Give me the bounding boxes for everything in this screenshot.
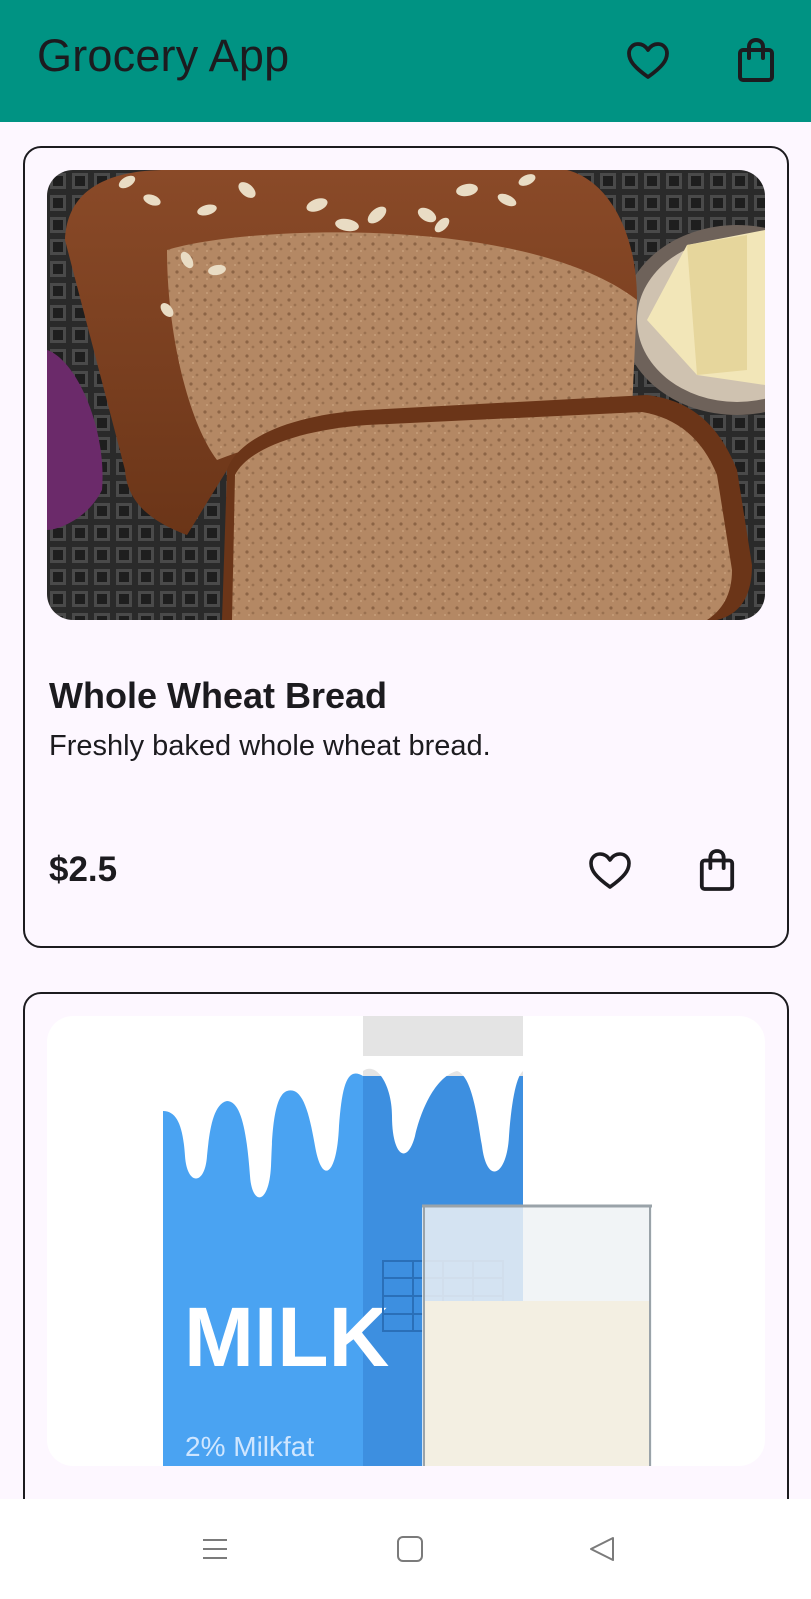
- product-card[interactable]: MILK 2% Milkfat: [23, 992, 789, 1499]
- recent-apps-button[interactable]: [193, 1527, 237, 1571]
- favorites-button[interactable]: [622, 34, 674, 86]
- system-nav-bar: [0, 1499, 811, 1599]
- shopping-bag-icon: [738, 37, 774, 82]
- cart-button[interactable]: [730, 34, 782, 86]
- app-title: Grocery App: [37, 30, 290, 81]
- add-to-cart-button[interactable]: [687, 840, 747, 900]
- shopping-bag-icon: [699, 849, 735, 891]
- home-button[interactable]: [388, 1527, 432, 1571]
- back-button[interactable]: [580, 1527, 624, 1571]
- product-image-milk: MILK 2% Milkfat: [47, 1016, 765, 1466]
- product-price: $2.5: [49, 850, 118, 889]
- carton-sublabel: 2% Milkfat: [185, 1431, 314, 1462]
- product-list[interactable]: Whole Wheat Bread Freshly baked whole wh…: [0, 122, 811, 1499]
- app-bar: Grocery App: [0, 0, 811, 122]
- square-home-icon: [397, 1536, 423, 1562]
- carton-label: MILK: [184, 1290, 389, 1384]
- product-description: Freshly baked whole wheat bread.: [49, 730, 491, 762]
- heart-outline-icon: [589, 852, 631, 889]
- product-name: Whole Wheat Bread: [49, 675, 388, 716]
- product-card[interactable]: Whole Wheat Bread Freshly baked whole wh…: [23, 146, 789, 948]
- heart-outline-icon: [627, 42, 669, 79]
- add-to-favorites-button[interactable]: [580, 840, 640, 900]
- product-image-bread: [47, 170, 765, 620]
- triangle-back-icon: [590, 1537, 614, 1561]
- menu-lines-icon: [203, 1539, 227, 1559]
